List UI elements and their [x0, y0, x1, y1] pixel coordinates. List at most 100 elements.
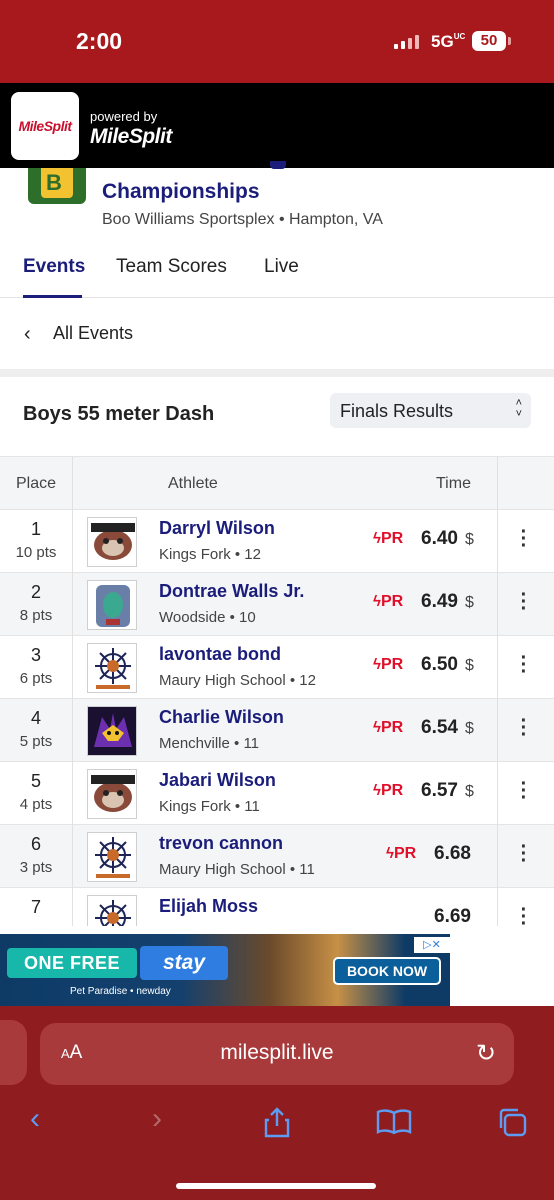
pr-badge: ϟPR — [373, 782, 404, 799]
pr-badge: ϟPR — [373, 530, 404, 547]
header-time: Time — [436, 475, 471, 492]
results-type-select[interactable]: Finals Results ˄ ˅ — [330, 393, 531, 428]
points: 3 pts — [19, 859, 53, 876]
status-bar: 2:00 5GUC 50 — [0, 0, 554, 83]
athlete-name[interactable]: Dontrae Walls Jr. — [159, 581, 304, 602]
column-divider — [72, 457, 73, 926]
athlete-name[interactable]: Elijah Moss — [159, 896, 258, 917]
bulldog-icon — [87, 517, 137, 567]
address-bar[interactable]: AA milesplit.live ↻ — [40, 1023, 514, 1085]
all-events-label: All Events — [53, 323, 134, 343]
dollar-icon: $ — [465, 594, 474, 611]
meet-logo: B — [28, 168, 86, 204]
athlete-team: Maury High School • 11 — [159, 861, 315, 878]
milesplit-app-logo[interactable]: MileSplit — [11, 92, 79, 160]
section-divider — [0, 369, 554, 377]
meet-title: Championships — [102, 180, 260, 203]
place: 2 — [30, 582, 41, 602]
points: 10 pts — [15, 544, 57, 561]
pr-badge: ϟPR — [373, 593, 404, 610]
all-events-link[interactable]: ‹ All Events — [0, 299, 554, 369]
athlete-name[interactable]: lavontae bond — [159, 644, 281, 665]
athlete-team: Menchville • 11 — [159, 735, 260, 752]
table-row[interactable]: 7 Elijah Moss 6.69 · · · — [0, 888, 554, 926]
result-mark: 6.54 — [421, 717, 458, 738]
place: 4 — [30, 708, 41, 728]
share-icon[interactable] — [262, 1106, 292, 1146]
pr-badge: ϟPR — [373, 719, 404, 736]
ad-choices-icon[interactable]: ▷✕ — [414, 937, 450, 953]
tabs-icon[interactable] — [496, 1106, 528, 1146]
wolverine-icon — [87, 580, 137, 630]
more-options-icon[interactable]: · · · — [518, 900, 530, 926]
back-icon[interactable]: ‹ — [30, 1102, 40, 1136]
tab-team-scores[interactable]: Team Scores — [116, 256, 227, 278]
table-row[interactable]: 2 8 pts Dontrae Walls Jr. Woodside • 10 ϟPR 6… — [0, 573, 554, 636]
points: 5 pts — [19, 733, 53, 750]
meet-tabs: Events Team Scores Live — [0, 246, 554, 298]
ad-offer: ONE FREE — [7, 948, 137, 978]
more-options-icon[interactable]: · · · — [518, 837, 530, 871]
points: 4 pts — [19, 796, 53, 813]
meet-title-overflow — [270, 161, 286, 169]
athlete-name[interactable]: trevon cannon — [159, 833, 283, 854]
more-options-icon[interactable]: · · · — [518, 711, 530, 745]
column-divider — [497, 457, 498, 926]
place: 7 — [30, 897, 41, 917]
table-row[interactable]: 1 10 pts Darryl Wilson Kings Fork • 12 ϟPR 6.… — [0, 510, 554, 573]
more-options-icon[interactable]: · · · — [518, 774, 530, 808]
powered-by-label: powered by — [90, 109, 158, 124]
dollar-icon: $ — [465, 531, 474, 548]
results-table: Place Athlete Time 1 10 pts Darryl Wilson K… — [0, 456, 554, 926]
browser-toolbar: AA milesplit.live ↻ ‹ › — [0, 1006, 554, 1200]
result-mark: 6.49 — [421, 591, 458, 612]
ad-book-now-button[interactable]: BOOK NOW — [333, 957, 441, 985]
monarch-icon — [87, 706, 137, 756]
athlete-name[interactable]: Charlie Wilson — [159, 707, 284, 728]
event-title: Boys 55 meter Dash — [23, 403, 215, 425]
table-row[interactable]: 6 3 pts trevon cannon Maury High School • 1… — [0, 825, 554, 888]
place: 3 — [30, 645, 41, 665]
place: 6 — [30, 834, 41, 854]
athlete-name[interactable]: Darryl Wilson — [159, 518, 275, 539]
more-options-icon[interactable]: · · · — [518, 585, 530, 619]
meet-venue: Boo Williams Sportsplex • Hampton, VA — [102, 211, 383, 228]
battery-icon: 50 — [472, 31, 506, 51]
bulldog-icon — [87, 769, 137, 819]
dollar-icon: $ — [465, 657, 474, 674]
tab-live[interactable]: Live — [264, 256, 299, 278]
pr-badge: ϟPR — [373, 656, 404, 673]
reload-icon[interactable]: ↻ — [476, 1039, 496, 1068]
milesplit-header: MileSplit powered by MileSplit — [0, 83, 554, 168]
athlete-team: Woodside • 10 — [159, 609, 256, 626]
table-header: Place Athlete Time — [0, 457, 554, 510]
cellular-signal-icon — [394, 33, 419, 49]
more-options-icon[interactable]: · · · — [518, 648, 530, 682]
table-row[interactable]: 5 4 pts Jabari Wilson Kings Fork • 11 ϟPR 6.5… — [0, 762, 554, 825]
lightning-icon: ϟ — [373, 782, 381, 799]
more-options-icon[interactable]: · · · — [518, 522, 530, 556]
active-tab-indicator — [23, 295, 82, 298]
result-mark: 6.50 — [421, 654, 458, 675]
bookmarks-icon[interactable] — [376, 1108, 412, 1142]
previous-tab-preview[interactable] — [0, 1020, 27, 1085]
ship-wheel-icon — [87, 643, 137, 693]
athlete-name[interactable]: Jabari Wilson — [159, 770, 276, 791]
forward-icon[interactable]: › — [152, 1102, 162, 1136]
result-mark: 6.69 — [434, 906, 471, 926]
athlete-team: Kings Fork • 12 — [159, 546, 261, 563]
place: 5 — [30, 771, 41, 791]
ad-banner[interactable]: ONE FREE stay Pet Paradise • newday BOOK… — [0, 934, 554, 1006]
header-athlete: Athlete — [168, 475, 218, 492]
powered-by-brand: MileSplit — [90, 125, 172, 148]
tab-events[interactable]: Events — [23, 256, 85, 278]
table-row[interactable]: 4 5 pts Charlie Wilson Menchville • 11 ϟPR 6.… — [0, 699, 554, 762]
athlete-team: Kings Fork • 11 — [159, 798, 260, 815]
ad-image: ONE FREE stay Pet Paradise • newday BOOK… — [0, 934, 450, 1006]
place: 1 — [30, 519, 41, 539]
ad-stay: stay — [140, 946, 228, 980]
battery-nub — [508, 37, 511, 45]
table-row[interactable]: 3 6 pts lavontae bond Maury High School • 1… — [0, 636, 554, 699]
dollar-icon: $ — [465, 783, 474, 800]
ad-brand: Pet Paradise • newday — [70, 986, 171, 997]
